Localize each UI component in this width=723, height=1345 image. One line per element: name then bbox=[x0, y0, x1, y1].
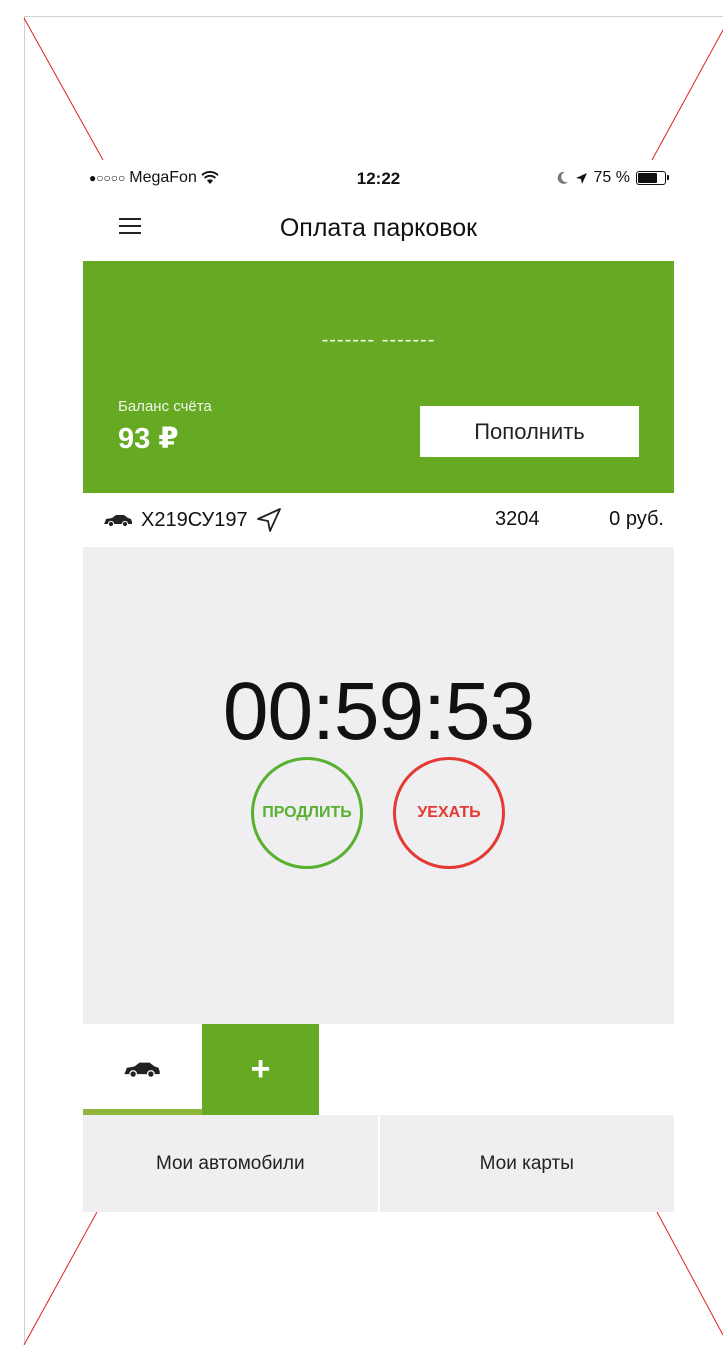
car-plate-number: Х219СУ197 bbox=[141, 508, 248, 531]
app-header: Оплата парковок bbox=[83, 198, 674, 261]
car-icon bbox=[124, 1062, 160, 1078]
parking-timer: 00:59:53 bbox=[222, 666, 535, 757]
status-indicators: 75 % bbox=[557, 169, 669, 187]
car-icon bbox=[104, 515, 132, 527]
battery-icon bbox=[636, 171, 669, 185]
add-car-button[interactable]: + bbox=[202, 1024, 319, 1115]
top-up-button[interactable]: Пополнить bbox=[420, 406, 639, 457]
parking-zone-number: 3204 bbox=[495, 508, 540, 530]
location-arrow-icon bbox=[575, 172, 587, 184]
parking-cost: 0 руб. bbox=[609, 508, 664, 530]
navigation-arrow-icon[interactable] bbox=[256, 507, 282, 533]
balance-panel: ------- ------- Баланс счёта 93 ₽ Пополн… bbox=[83, 261, 674, 493]
masked-account-number: ------- ------- bbox=[321, 329, 436, 351]
phone-screen: ●○○○○ MegaFon 12:22 75 % Оплата парковок bbox=[83, 160, 674, 1212]
balance-value: 93 ₽ bbox=[118, 423, 179, 455]
tab-car-selected[interactable] bbox=[83, 1024, 202, 1115]
active-car-row[interactable]: Х219СУ197 3204 0 руб. bbox=[83, 493, 674, 547]
moon-icon bbox=[557, 171, 568, 184]
status-bar: ●○○○○ MegaFon 12:22 75 % bbox=[83, 160, 674, 198]
page-title: Оплата парковок bbox=[279, 214, 478, 242]
extend-parking-button[interactable]: ПРОДЛИТЬ bbox=[251, 757, 363, 869]
parking-timer-area: 00:59:53 ПРОДЛИТЬ УЕХАТЬ bbox=[83, 547, 674, 1024]
bottom-navigation: Мои автомобили Мои карты bbox=[83, 1115, 674, 1212]
balance-label: Баланс счёта bbox=[118, 398, 212, 415]
car-tabs: + bbox=[83, 1024, 674, 1115]
car-plate-group: Х219СУ197 bbox=[103, 507, 282, 533]
my-cards-button[interactable]: Мои карты bbox=[379, 1115, 674, 1212]
battery-fill bbox=[638, 173, 657, 183]
my-cars-button[interactable]: Мои автомобили bbox=[83, 1115, 378, 1212]
battery-percent: 75 % bbox=[593, 169, 630, 186]
leave-parking-button[interactable]: УЕХАТЬ bbox=[393, 757, 505, 869]
